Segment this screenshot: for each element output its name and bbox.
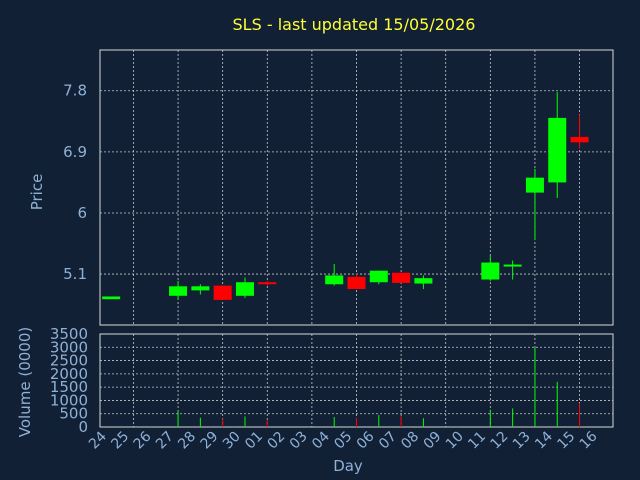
candle-body <box>414 278 433 284</box>
volume-bars-layer <box>177 347 581 427</box>
price-tick-label: 7.8 <box>63 82 87 100</box>
price-y-ticks: 5.1 6 6.9 7.8 <box>63 82 87 283</box>
x-tick-label: 01 <box>242 429 266 453</box>
candle-body <box>503 264 522 267</box>
x-tick-label: 11 <box>465 429 489 453</box>
x-tick-label: 16 <box>577 428 601 452</box>
chart-title: SLS - last updated 15/05/2026 <box>233 15 476 34</box>
volume-y-ticks: 0500100015002000250030003500 <box>50 325 88 436</box>
x-tick-label: 05 <box>331 429 355 453</box>
x-tick-label: 26 <box>131 428 155 452</box>
candle-body <box>235 282 254 296</box>
x-tick-label: 24 <box>86 428 110 452</box>
candlestick-chart: SLS - last updated 15/05/2026 5.1 6 6.9 7.8… <box>16 15 614 475</box>
x-tick-label: 25 <box>108 429 132 453</box>
candle-body <box>169 286 188 296</box>
x-tick-label: 27 <box>153 429 177 453</box>
candle-body <box>392 272 411 283</box>
candle-body <box>369 270 388 283</box>
x-tick-label: 13 <box>510 429 534 453</box>
x-tick-label: 04 <box>309 428 333 452</box>
candle-body <box>102 296 121 300</box>
volume-grid <box>100 334 613 427</box>
x-tick-label: 02 <box>264 429 288 453</box>
x-tick-label: 29 <box>198 429 222 453</box>
price-tick-label: 5.1 <box>63 265 87 283</box>
x-tick-label: 12 <box>488 429 512 453</box>
candles-layer <box>102 92 589 300</box>
price-tick-label: 6.9 <box>63 143 87 161</box>
x-ticks: 2425262728293001020304050607080910111213… <box>86 428 601 452</box>
x-tick-label: 07 <box>376 429 400 453</box>
candle-body <box>525 177 544 193</box>
candle-body <box>258 282 277 285</box>
x-tick-label: 30 <box>220 429 244 453</box>
candle-body <box>191 286 210 291</box>
x-tick-label: 14 <box>532 428 556 452</box>
candle-body <box>213 285 232 300</box>
price-tick-label: 6 <box>77 204 87 222</box>
volume-tick-label: 3500 <box>50 325 88 343</box>
price-axis-label: Price <box>28 174 46 211</box>
x-tick-label: 09 <box>421 429 445 453</box>
x-axis-label: Day <box>333 457 363 475</box>
candle-body <box>325 275 344 285</box>
x-tick-label: 06 <box>354 428 378 452</box>
x-tick-label: 10 <box>443 429 467 453</box>
candle-body <box>347 276 366 290</box>
x-tick-label: 28 <box>175 429 199 453</box>
x-tick-label: 15 <box>554 429 578 453</box>
x-tick-label: 08 <box>398 429 422 453</box>
volume-axis-label: Volume (0000) <box>16 327 34 437</box>
candle-body <box>548 117 567 183</box>
x-tick-label: 03 <box>287 429 311 453</box>
candle-body <box>570 136 589 143</box>
candle-body <box>481 262 500 280</box>
